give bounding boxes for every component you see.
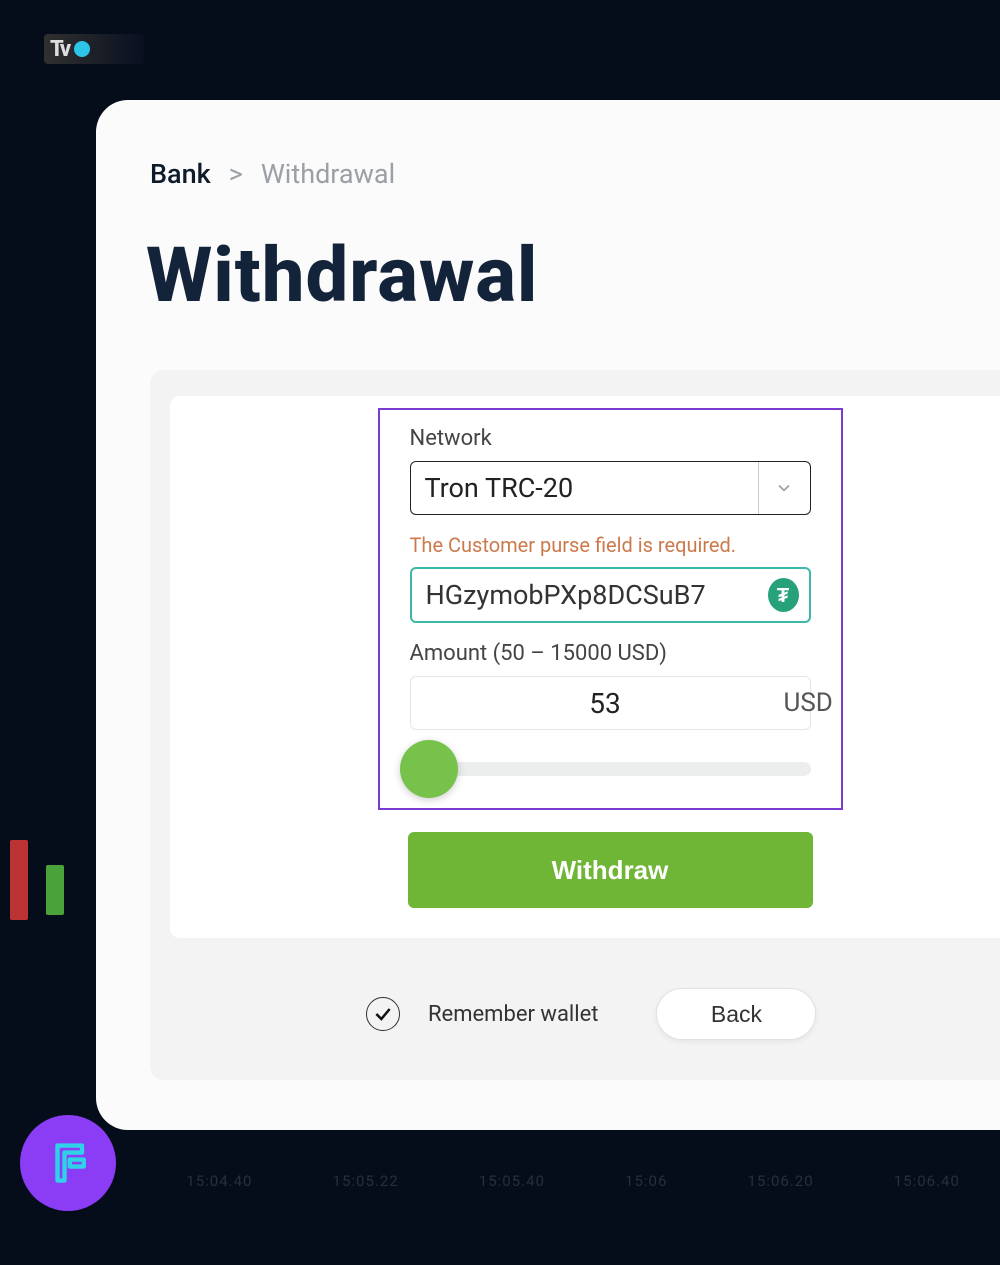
amount-label: Amount (50 – 15000 USD) (410, 641, 811, 666)
amount-input[interactable] (427, 687, 784, 720)
breadcrumb-current: Withdrawal (261, 158, 395, 190)
slider-track (410, 762, 811, 776)
back-button[interactable]: Back (656, 988, 816, 1040)
tether-icon: ₮ (768, 578, 799, 612)
page-title: Withdrawal (146, 230, 538, 320)
remember-wallet-label: Remember wallet (428, 1002, 598, 1027)
candlesticks-decor (10, 840, 64, 920)
wallet-error-message: The Customer purse field is required. (410, 533, 811, 557)
breadcrumb-separator: > (229, 158, 243, 190)
time-axis-labels: 15:04.22 15:04.40 15:05.22 15:05.40 15:0… (0, 1172, 1000, 1190)
withdraw-button[interactable]: Withdraw (408, 832, 813, 908)
tradingview-logo: Tv (44, 34, 144, 64)
amount-slider[interactable] (410, 744, 811, 784)
slider-thumb[interactable] (400, 740, 458, 798)
network-select-value: Tron TRC-20 (411, 472, 758, 504)
logo-icon (40, 1135, 96, 1191)
wallet-address-input[interactable] (426, 579, 768, 611)
remember-wallet-checkbox[interactable] (366, 997, 400, 1031)
wallet-input-wrap[interactable]: ₮ (410, 567, 811, 623)
network-select[interactable]: Tron TRC-20 (410, 461, 811, 515)
amount-input-wrap[interactable]: USD (410, 676, 811, 730)
amount-unit: USD (784, 688, 833, 718)
chevron-down-icon (758, 462, 810, 514)
network-label: Network (410, 426, 811, 451)
breadcrumb-root[interactable]: Bank (150, 158, 211, 190)
breadcrumb: Bank > Withdrawal (150, 158, 395, 190)
form-panel: Network Tron TRC-20 The Customer purse f… (150, 370, 1000, 1080)
floating-action-button[interactable] (20, 1115, 116, 1211)
form-highlight-area: Network Tron TRC-20 The Customer purse f… (378, 408, 843, 810)
withdrawal-modal: Bank > Withdrawal Withdrawal Network Tro… (96, 100, 1000, 1130)
